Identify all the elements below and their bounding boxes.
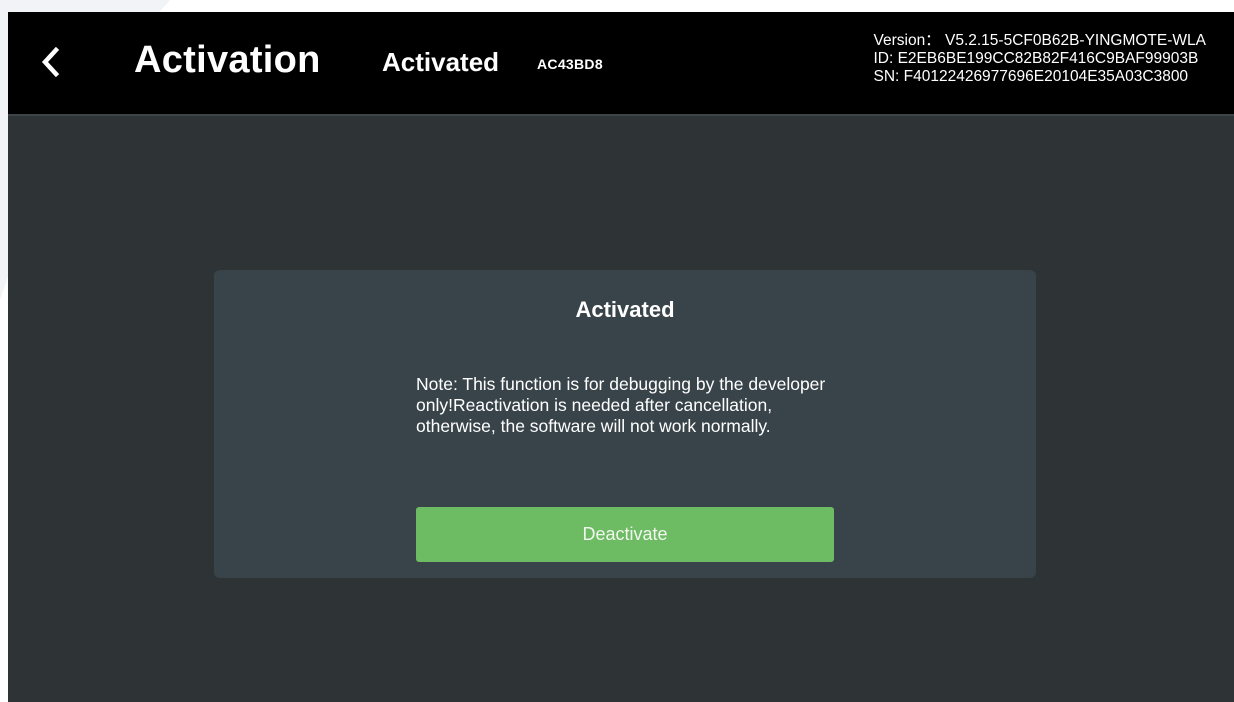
activation-status: Activated xyxy=(382,47,500,77)
serial-number-text: SN: F40122426977696E20104E35A03C3800 xyxy=(873,68,1189,85)
back-button[interactable] xyxy=(30,40,70,84)
device-info: Version： V5.2.15-5CF0B62B-YINGMOTE-WLA I… xyxy=(873,32,1206,86)
card-title: Activated xyxy=(575,297,675,322)
activation-code: AC43BD8 xyxy=(537,56,603,72)
debug-note: Note: This function is for debugging by … xyxy=(416,374,826,436)
version-text: Version： V5.2.15-5CF0B62B-YINGMOTE-WLA xyxy=(873,32,1206,49)
chevron-left-icon xyxy=(41,47,60,77)
app-screen: Activation Activated AC43BD8 Version： V5… xyxy=(8,12,1234,702)
page-title: Activation xyxy=(134,39,321,81)
header-divider xyxy=(8,114,1234,116)
deactivate-button[interactable]: Deactivate xyxy=(416,507,834,562)
top-bar: Activation Activated AC43BD8 Version： V5… xyxy=(8,12,1234,114)
device-id-text: ID: E2EB6BE199CC82B82F416C9BAF99903B xyxy=(873,50,1199,67)
activation-card: Activated Note: This function is for deb… xyxy=(214,270,1036,578)
